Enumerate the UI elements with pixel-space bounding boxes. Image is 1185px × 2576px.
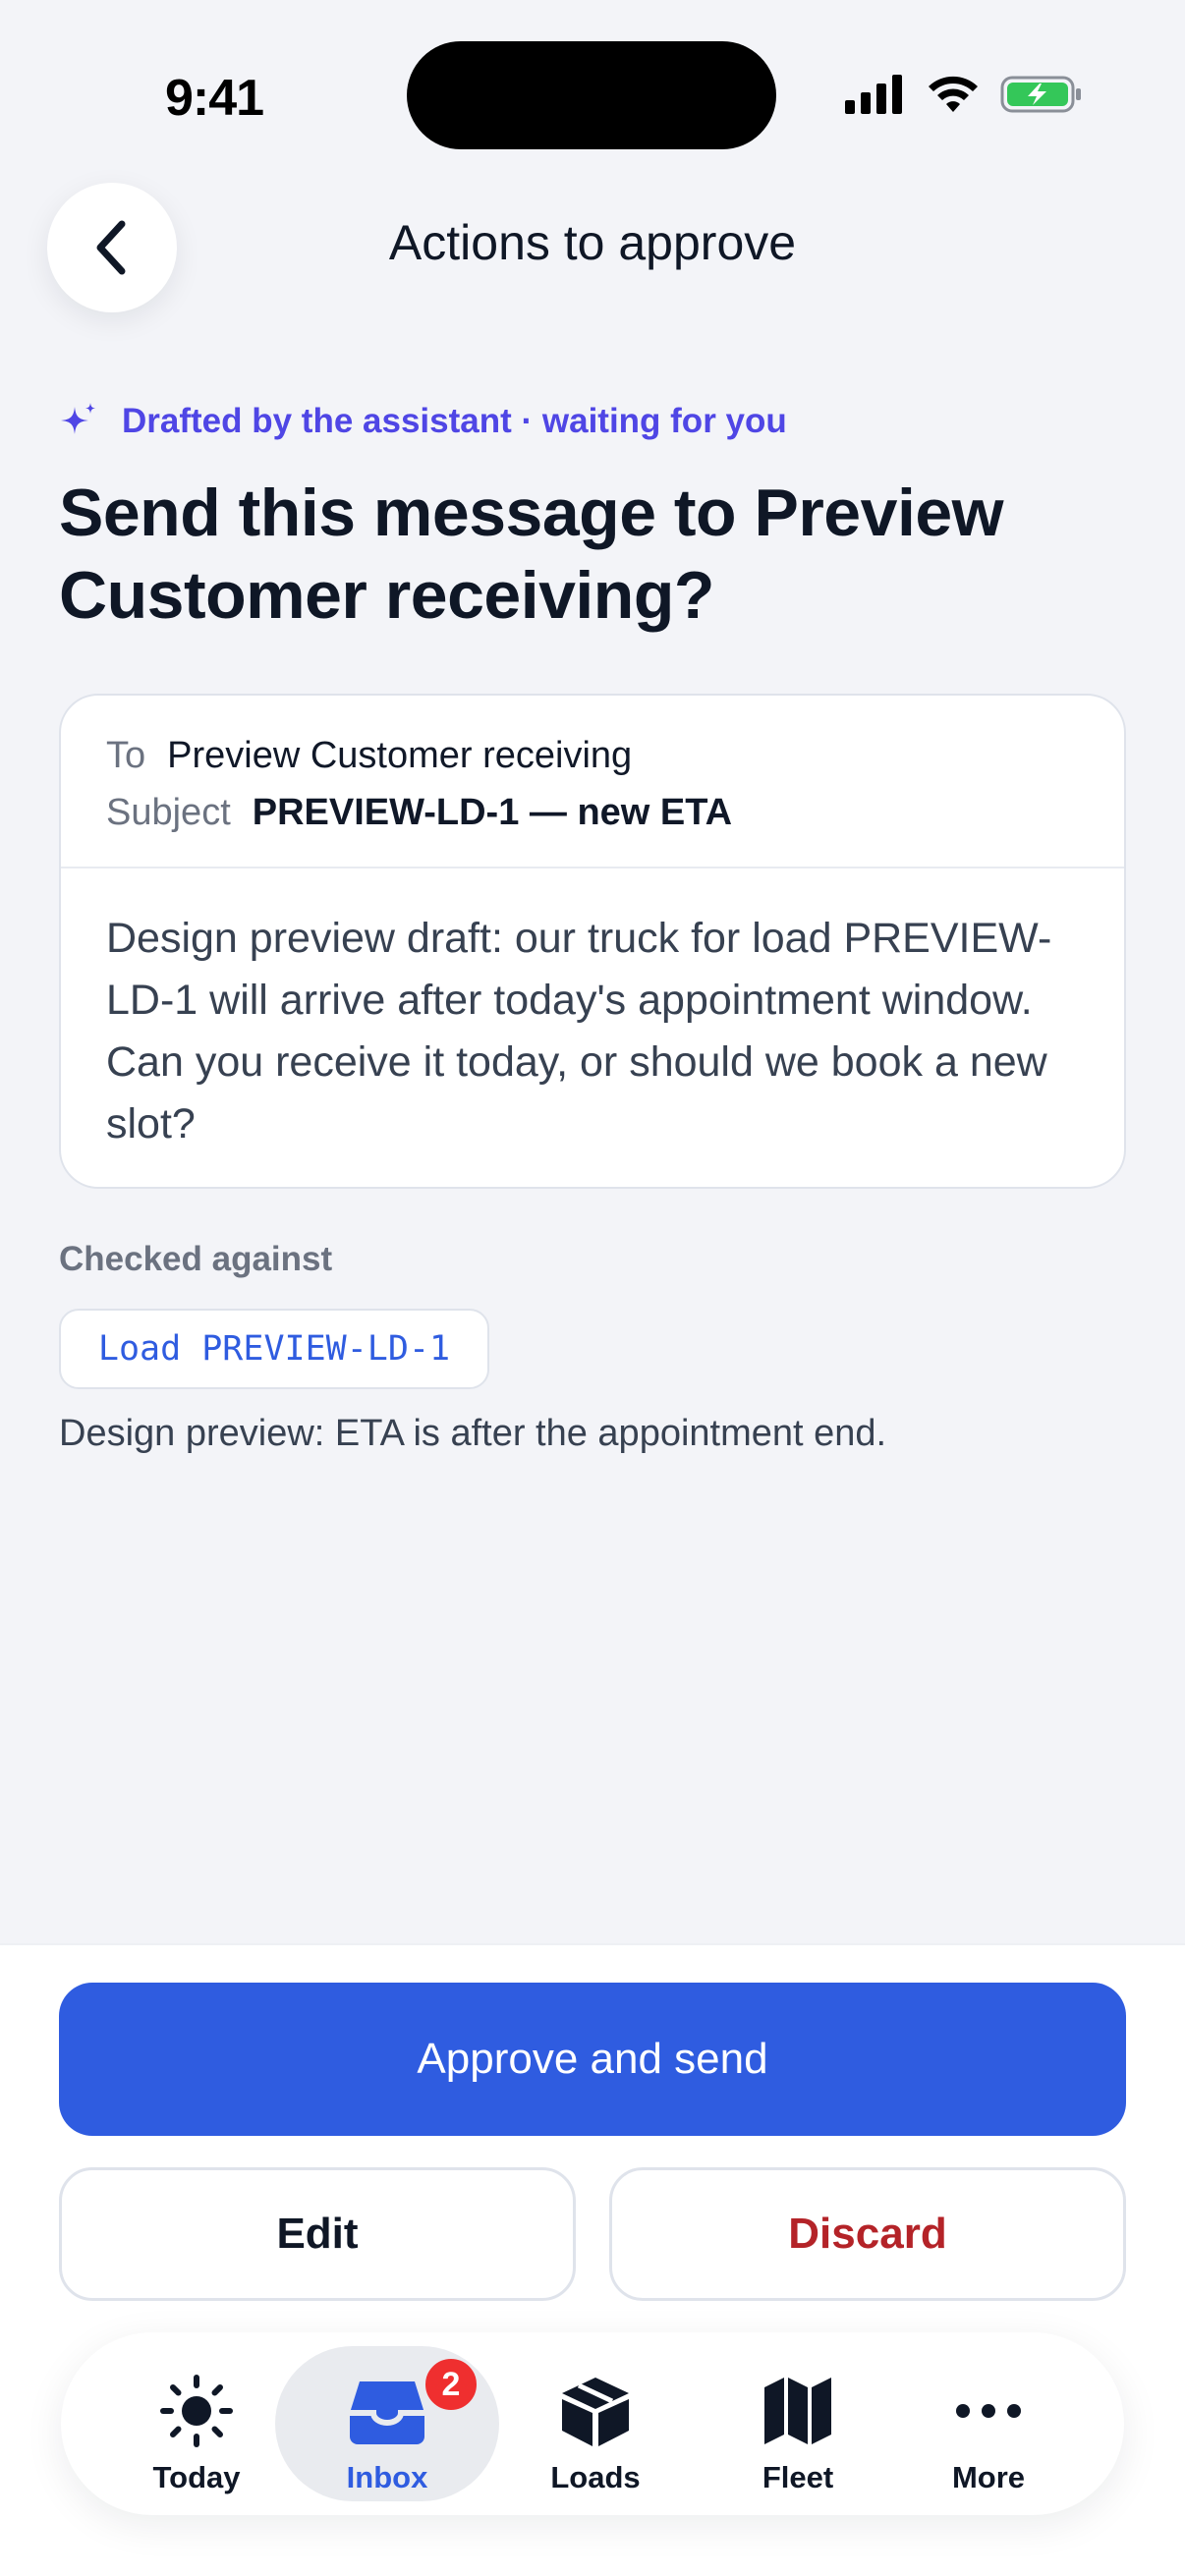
status-time: 9:41	[165, 70, 264, 127]
to-value: Preview Customer receiving	[167, 735, 633, 776]
sparkle-icon	[61, 403, 95, 434]
subject-value: PREVIEW-LD-1 — new ETA	[252, 792, 733, 833]
signal-icon	[845, 75, 902, 114]
inbox-icon	[350, 2381, 424, 2444]
to-label: To	[106, 735, 146, 776]
message-header: To Preview Customer receiving Subject PR…	[61, 696, 1124, 868]
subject-label: Subject	[106, 792, 231, 833]
to-row: To Preview Customer receiving	[106, 727, 1079, 784]
map-icon	[764, 2378, 831, 2444]
inbox-badge: 2	[423, 2356, 480, 2413]
page-title: Actions to approve	[388, 215, 797, 270]
wifi-icon	[929, 76, 978, 112]
box-icon	[562, 2378, 629, 2446]
message-body: Design preview draft: our truck for load…	[106, 915, 1052, 1148]
tab-today-label: Today	[152, 2460, 241, 2494]
message-card: To Preview Customer receiving Subject PR…	[59, 694, 1126, 1189]
tab-fleet-label: Fleet	[762, 2460, 834, 2494]
load-reference-chip[interactable]: Load PREVIEW-LD-1	[59, 1309, 489, 1389]
more-icon	[956, 2404, 1021, 2418]
dynamic-island	[407, 41, 776, 149]
tab-more[interactable]: More	[876, 2346, 1100, 2501]
discard-button[interactable]: Discard	[609, 2167, 1126, 2301]
draft-tag-text: Drafted by the assistant · waiting for y…	[122, 402, 787, 440]
tab-inbox[interactable]: 2 Inbox	[275, 2346, 499, 2501]
status-icons	[845, 75, 1083, 114]
approve-and-send-button[interactable]: Approve and send	[59, 1983, 1126, 2136]
tab-loads[interactable]: Loads	[483, 2346, 707, 2501]
tab-bar: Today 2 Inbox Loads Fleet More	[61, 2332, 1124, 2515]
headline: Send this message to Preview Customer re…	[59, 476, 1004, 633]
edit-button[interactable]: Edit	[59, 2167, 576, 2301]
sun-icon	[160, 2375, 233, 2447]
tab-loads-label: Loads	[550, 2460, 641, 2494]
tab-inbox-label: Inbox	[346, 2460, 428, 2494]
checked-against-label: Checked against	[59, 1240, 333, 1278]
check-note: Design preview: ETA is after the appoint…	[59, 1413, 887, 1454]
subject-row: Subject PREVIEW-LD-1 — new ETA	[106, 784, 1079, 841]
assistant-draft-tag: Drafted by the assistant · waiting for y…	[59, 401, 787, 442]
tab-more-label: More	[951, 2460, 1026, 2494]
battery-icon	[1000, 76, 1081, 113]
